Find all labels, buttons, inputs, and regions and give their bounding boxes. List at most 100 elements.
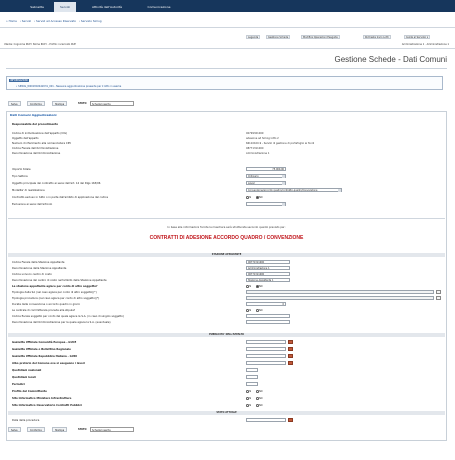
- legenda-button[interactable]: Legenda: [246, 35, 261, 39]
- stato-label-bottom: STATO: [78, 428, 87, 431]
- radio-label: SI: [249, 404, 252, 407]
- oggetto-principale-select[interactable]: Lavori: [246, 181, 286, 185]
- structure-notice: In base alle informazioni fornite la mas…: [167, 226, 286, 229]
- radio-label: SI: [249, 196, 252, 199]
- den-centro-costo-label: Denominazione del centro di costo nell'a…: [12, 279, 107, 282]
- calendar-icon[interactable]: [288, 418, 293, 422]
- albo-pretorio-label: Albo pretorio del Comune ove si eseguono…: [12, 362, 85, 365]
- contratto-escluso-label: Contratto escluso in tutto o in parte da…: [12, 196, 109, 199]
- profilo-no-radio[interactable]: NO: [256, 390, 263, 393]
- guce-date-field[interactable]: [246, 340, 286, 344]
- oggetto-principale-label: Oggetto principale del contratto ai sens…: [12, 182, 101, 185]
- den-stazione-field[interactable]: Amministrazione 1: [246, 266, 290, 270]
- salva-button-bottom[interactable]: Salva: [8, 427, 21, 432]
- breadcrumb-accesso-riservato[interactable]: › Servizi ad Accesso Riservato: [34, 19, 76, 23]
- contract-type-title: CONTRATTI DI ADESIONE ACCORDO QUADRO / C…: [149, 235, 304, 241]
- info-header: INFORMAZIONI: [9, 79, 29, 82]
- guce-label: Gazzetta Ufficiale Comunità Europea - GU…: [12, 341, 77, 344]
- radio-label: NO: [259, 196, 263, 199]
- calendar-icon[interactable]: [288, 340, 293, 344]
- info-box: INFORMAZIONI • SIMOG_W001802442031_001 -…: [6, 76, 443, 90]
- periodici-field[interactable]: [246, 382, 258, 386]
- periodici-label: Periodici: [12, 383, 25, 386]
- calendar-icon[interactable]: [288, 354, 293, 358]
- oggetto-label: Oggetto dell'appalto: [12, 137, 39, 140]
- tipo-settore-select[interactable]: Ordinario: [246, 174, 286, 178]
- pubblicita-section-header: PUBBLICITA' DELL'APPALTO: [8, 333, 445, 337]
- salva-button[interactable]: Salva: [8, 101, 21, 106]
- guida-servizio-button[interactable]: Guida al Servizio ▾: [404, 35, 431, 39]
- ricorso-label: Le centrale di committenza procede alla …: [12, 309, 76, 312]
- den-soggetto-field[interactable]: [246, 320, 290, 324]
- modifica-operazioni-button[interactable]: Modifica Operazioni Eseguite: [301, 35, 340, 39]
- sito-ministero-no-radio[interactable]: NO: [256, 397, 263, 400]
- ricorso-no-radio[interactable]: NO: [256, 309, 263, 312]
- quotidiani-locali-field[interactable]: [246, 375, 258, 379]
- cpv-value: 66110100-9 - Servizi di gestione di port…: [246, 142, 315, 145]
- cf-soggetto-label: Codice fiscale soggetto per conto del qu…: [12, 315, 124, 318]
- esclusione-select[interactable]: [246, 202, 286, 206]
- modalita-label: Modalita' di realizzazione: [12, 189, 45, 192]
- durata-field[interactable]: 0: [246, 302, 286, 306]
- tipologia-proc-field[interactable]: [246, 296, 434, 300]
- contratto-escluso-si-radio[interactable]: SI: [246, 196, 251, 199]
- contratto-escluso-no-radio[interactable]: NO: [256, 196, 263, 199]
- cf-soggetto-field[interactable]: [246, 314, 290, 318]
- info-message: • SIMOG_W001802442031_001 - Nessuna aggi…: [16, 85, 122, 88]
- richiesta-invio-button[interactable]: Richiesta Invio Lotti: [363, 35, 391, 39]
- gestione-schede-button[interactable]: Gestione Schede: [266, 35, 291, 39]
- den-centro-costo-field[interactable]: Stazione Appaltante 1: [246, 278, 290, 282]
- tipologia-sa-field[interactable]: [246, 290, 434, 294]
- sito-osservatorio-label: Sito Informatico Osservatorio Contratti …: [12, 404, 82, 407]
- quotidiani-nazionali-field[interactable]: [246, 368, 258, 372]
- breadcrumb-simog[interactable]: › Servizio Simog: [79, 19, 102, 23]
- nav-tab-attivita[interactable]: Attività dell'Autorità: [84, 2, 130, 12]
- conferma-button[interactable]: Conferma: [27, 101, 45, 106]
- stampa-button-bottom[interactable]: Stampa: [52, 427, 68, 432]
- stampa-button[interactable]: Stampa: [52, 101, 68, 106]
- sito-osservatorio-no-radio[interactable]: NO: [256, 404, 263, 407]
- cf-stazione-field[interactable]: 00771311000: [246, 260, 290, 264]
- gu-regionale-date-field[interactable]: [246, 347, 286, 351]
- stato-attuale-section-header: STATO ATTUALE: [8, 411, 445, 415]
- nav-tab-sabnetta[interactable]: Sabnetta: [26, 2, 48, 12]
- agisce-no-radio[interactable]: NO: [256, 285, 263, 288]
- guri-date-field[interactable]: [246, 354, 286, 358]
- modalita-select[interactable]: Convenzione/accordo quadro/contratto-qua…: [246, 188, 342, 192]
- radio-label: SI: [249, 309, 252, 312]
- calendar-icon[interactable]: [288, 361, 293, 365]
- guri-label: Gazzetta Ufficiale Repubblica Italiana -…: [12, 355, 77, 358]
- gu-regionale-label: Gazzetta Ufficiale o Bollettino Regional…: [12, 348, 71, 351]
- radio-label: SI: [249, 397, 252, 400]
- albo-pretorio-date-field[interactable]: [246, 361, 286, 365]
- breadcrumb-servizi[interactable]: › Servizi: [20, 19, 31, 23]
- nav-tab-comunicazione[interactable]: Comunicazione: [140, 2, 178, 12]
- den-amministrazione-value: Amministrazione 1: [246, 152, 270, 155]
- data-procedura-field[interactable]: [246, 418, 286, 422]
- edit-icon[interactable]: [436, 296, 441, 300]
- sito-ministero-label: Sito Informatico Ministero Infrastruttur…: [12, 397, 72, 400]
- edit-icon[interactable]: [436, 290, 441, 294]
- cf-amministrazione-value: 08771311000: [246, 147, 264, 150]
- sito-osservatorio-si-radio[interactable]: SI: [246, 404, 251, 407]
- radio-label: SI: [249, 390, 252, 393]
- profilo-si-radio[interactable]: SI: [246, 390, 251, 393]
- nav-tab-servizi[interactable]: Servizi: [54, 2, 76, 12]
- centro-costo-field[interactable]: 00771311000: [246, 272, 290, 276]
- ricorso-si-radio[interactable]: SI: [246, 309, 251, 312]
- cf-stazione-label: Codice Fiscale della Stazione Appaltante: [12, 261, 65, 264]
- importo-field[interactable]: 75.000,00: [246, 167, 286, 171]
- stazione-section-header: STAZIONE APPALTANTE: [8, 253, 445, 257]
- stato-field: Scheda Inserita: [90, 101, 134, 106]
- agisce-si-radio[interactable]: SI: [246, 285, 251, 288]
- cig-label: Codice di individuazione dell'appalto (C…: [12, 132, 68, 135]
- tipo-settore-label: Tipo Settore: [12, 175, 28, 178]
- durata-label: Durata della convenzione o accordo quadr…: [12, 303, 80, 306]
- calendar-icon[interactable]: [288, 347, 293, 351]
- conferma-button-bottom[interactable]: Conferma: [27, 427, 45, 432]
- breadcrumb-home[interactable]: » Home: [6, 19, 17, 23]
- radio-label: NO: [259, 397, 263, 400]
- importo-label: Importo totale: [12, 168, 31, 171]
- radio-label: NO: [259, 309, 263, 312]
- sito-ministero-si-radio[interactable]: SI: [246, 397, 251, 400]
